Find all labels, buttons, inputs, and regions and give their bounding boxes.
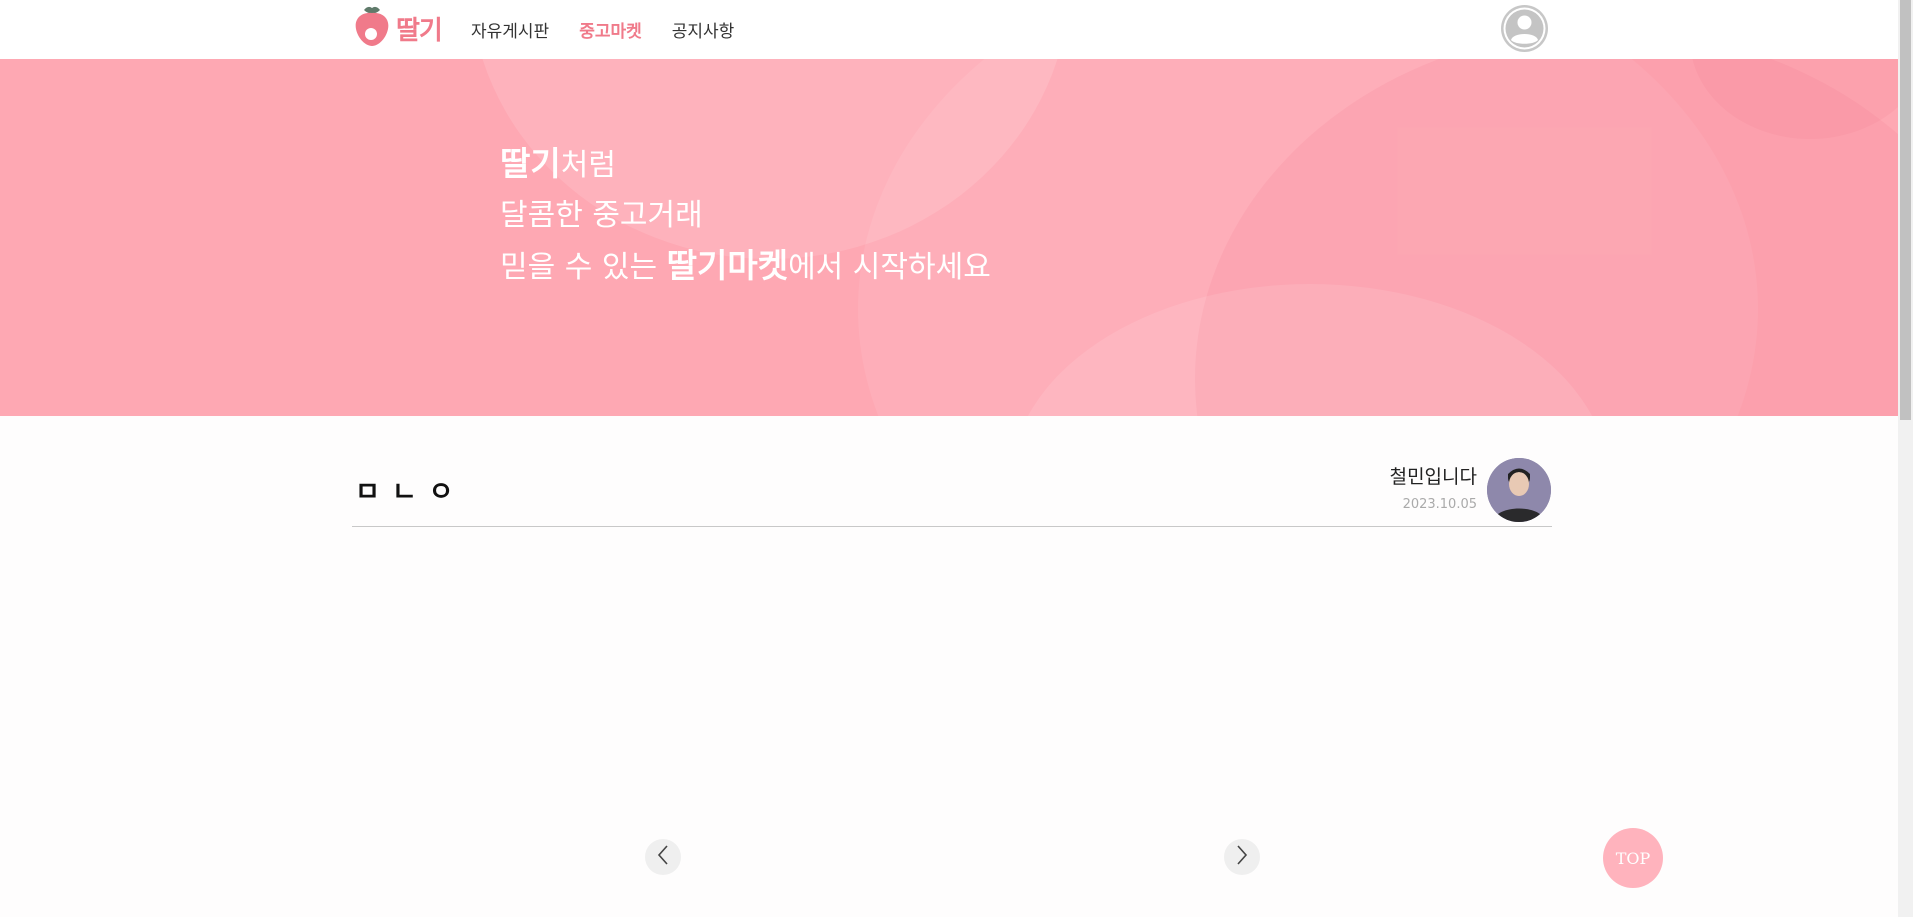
author-avatar[interactable] xyxy=(1487,458,1551,522)
hero-banner: 딸기처럼 달콤한 중고거래 믿을 수 있는 딸기마켓에서 시작하세요 xyxy=(0,59,1898,416)
banner-line-1: 딸기처럼 xyxy=(500,139,991,191)
banner-line-3: 믿을 수 있는 딸기마켓에서 시작하세요 xyxy=(500,241,991,293)
post-date: 2023.10.05 xyxy=(1402,497,1477,512)
post-divider xyxy=(352,526,1552,527)
carousel-next-button[interactable] xyxy=(1224,839,1260,875)
banner-headline: 딸기처럼 달콤한 중고거래 믿을 수 있는 딸기마켓에서 시작하세요 xyxy=(500,139,991,293)
author-name: 철민입니다 xyxy=(1389,466,1477,488)
logo-text: 딸기 xyxy=(396,15,443,46)
banner-line-1-rest: 처럼 xyxy=(560,148,616,183)
header: 딸기 자유게시판 중고마켓 공지사항 xyxy=(0,0,1898,59)
nav-free-board[interactable]: 자유게시판 xyxy=(471,17,549,42)
user-avatar-icon[interactable] xyxy=(1501,5,1548,52)
banner-brand-bold: 딸기 xyxy=(500,144,561,183)
scrollbar-thumb[interactable] xyxy=(1900,0,1911,420)
logo[interactable]: 딸기 xyxy=(352,4,443,52)
banner-line-2: 달콤한 중고거래 xyxy=(500,198,703,233)
banner-market-bold: 딸기마켓 xyxy=(666,246,789,285)
scroll-top-button[interactable]: TOP xyxy=(1603,828,1663,888)
carousel-prev-button[interactable] xyxy=(645,839,681,875)
chevron-right-icon xyxy=(1234,844,1250,870)
main-nav: 자유게시판 중고마켓 공지사항 xyxy=(471,17,734,42)
banner-line-3-end: 에서 시작하세요 xyxy=(788,250,991,285)
post-title: ㅁㄴㅇ xyxy=(355,477,466,508)
page-scrollbar[interactable] xyxy=(1898,0,1913,917)
nav-notice[interactable]: 공지사항 xyxy=(672,17,735,42)
nav-used-market[interactable]: 중고마켓 xyxy=(579,17,642,42)
banner-line-3-start: 믿을 수 있는 xyxy=(500,250,667,285)
chevron-left-icon xyxy=(655,844,671,870)
strawberry-icon xyxy=(352,4,392,52)
